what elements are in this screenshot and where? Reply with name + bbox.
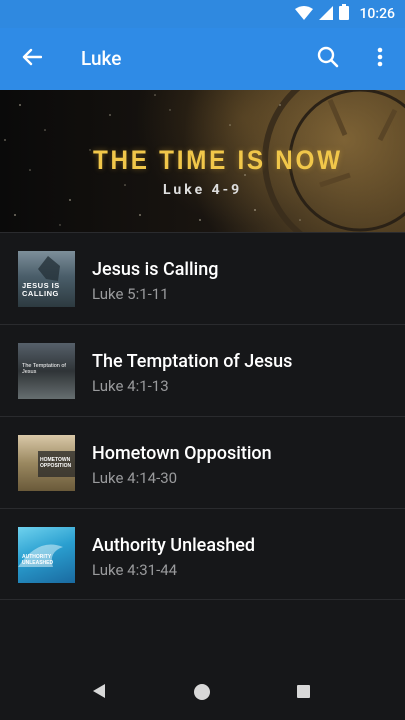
status-icons: 10:26 xyxy=(295,4,395,24)
sermon-reference: Luke 5:1-11 xyxy=(92,285,169,303)
list-item[interactable]: The Temptation of Jesus The Temptation o… xyxy=(0,324,405,416)
sermon-thumbnail: HOMETOWN OPPOSITION xyxy=(18,435,75,491)
more-vert-icon xyxy=(377,47,383,71)
list-item[interactable]: AUTHORITY UNLEASHED Authority Unleashed … xyxy=(0,508,405,600)
sermon-thumbnail: The Temptation of Jesus xyxy=(18,343,75,399)
battery-icon xyxy=(339,4,350,24)
thumbnail-text: JESUS IS CALLING xyxy=(22,281,60,298)
thumbnail-text: AUTHORITY UNLEASHED xyxy=(22,554,54,566)
signal-icon xyxy=(319,5,334,24)
page-title: Luke xyxy=(81,47,122,70)
back-button[interactable] xyxy=(14,41,50,77)
banner-title: THE TIME IS NOW xyxy=(93,145,343,175)
status-bar: 10:26 xyxy=(0,0,405,28)
back-arrow-icon xyxy=(22,48,43,70)
nav-recents-icon[interactable] xyxy=(297,685,310,698)
series-banner: THE TIME IS NOW Luke 4-9 xyxy=(0,90,405,232)
sermon-reference: Luke 4:1-13 xyxy=(92,377,169,395)
sermon-thumbnail: AUTHORITY UNLEASHED xyxy=(18,527,75,583)
more-options-button[interactable] xyxy=(362,41,398,77)
sermon-thumbnail: JESUS IS CALLING xyxy=(18,251,75,307)
list-item[interactable]: JESUS IS CALLING Jesus is Calling Luke 5… xyxy=(0,232,405,324)
sermon-title: Authority Unleashed xyxy=(92,535,256,556)
search-button[interactable] xyxy=(310,41,346,77)
sermon-title: Jesus is Calling xyxy=(92,259,219,280)
thumbnail-text: The Temptation of Jesus xyxy=(22,363,66,376)
banner-subtitle: Luke 4-9 xyxy=(163,182,243,198)
system-nav-bar xyxy=(0,664,405,720)
sermon-reference: Luke 4:31-44 xyxy=(92,561,178,579)
sermon-title: The Temptation of Jesus xyxy=(92,351,293,372)
sermon-list: JESUS IS CALLING Jesus is Calling Luke 5… xyxy=(0,232,405,600)
wifi-icon xyxy=(295,5,314,24)
thumbnail-text: HOMETOWN OPPOSITION xyxy=(40,457,72,469)
nav-home-icon[interactable] xyxy=(194,684,210,700)
status-time: 10:26 xyxy=(359,6,395,22)
list-item[interactable]: HOMETOWN OPPOSITION Hometown Opposition … xyxy=(0,416,405,508)
sermon-title: Hometown Opposition xyxy=(92,443,272,464)
nav-back-icon[interactable] xyxy=(92,683,106,703)
app-bar: Luke xyxy=(0,28,405,90)
sermon-reference: Luke 4:14-30 xyxy=(92,469,178,487)
search-icon xyxy=(317,46,339,72)
